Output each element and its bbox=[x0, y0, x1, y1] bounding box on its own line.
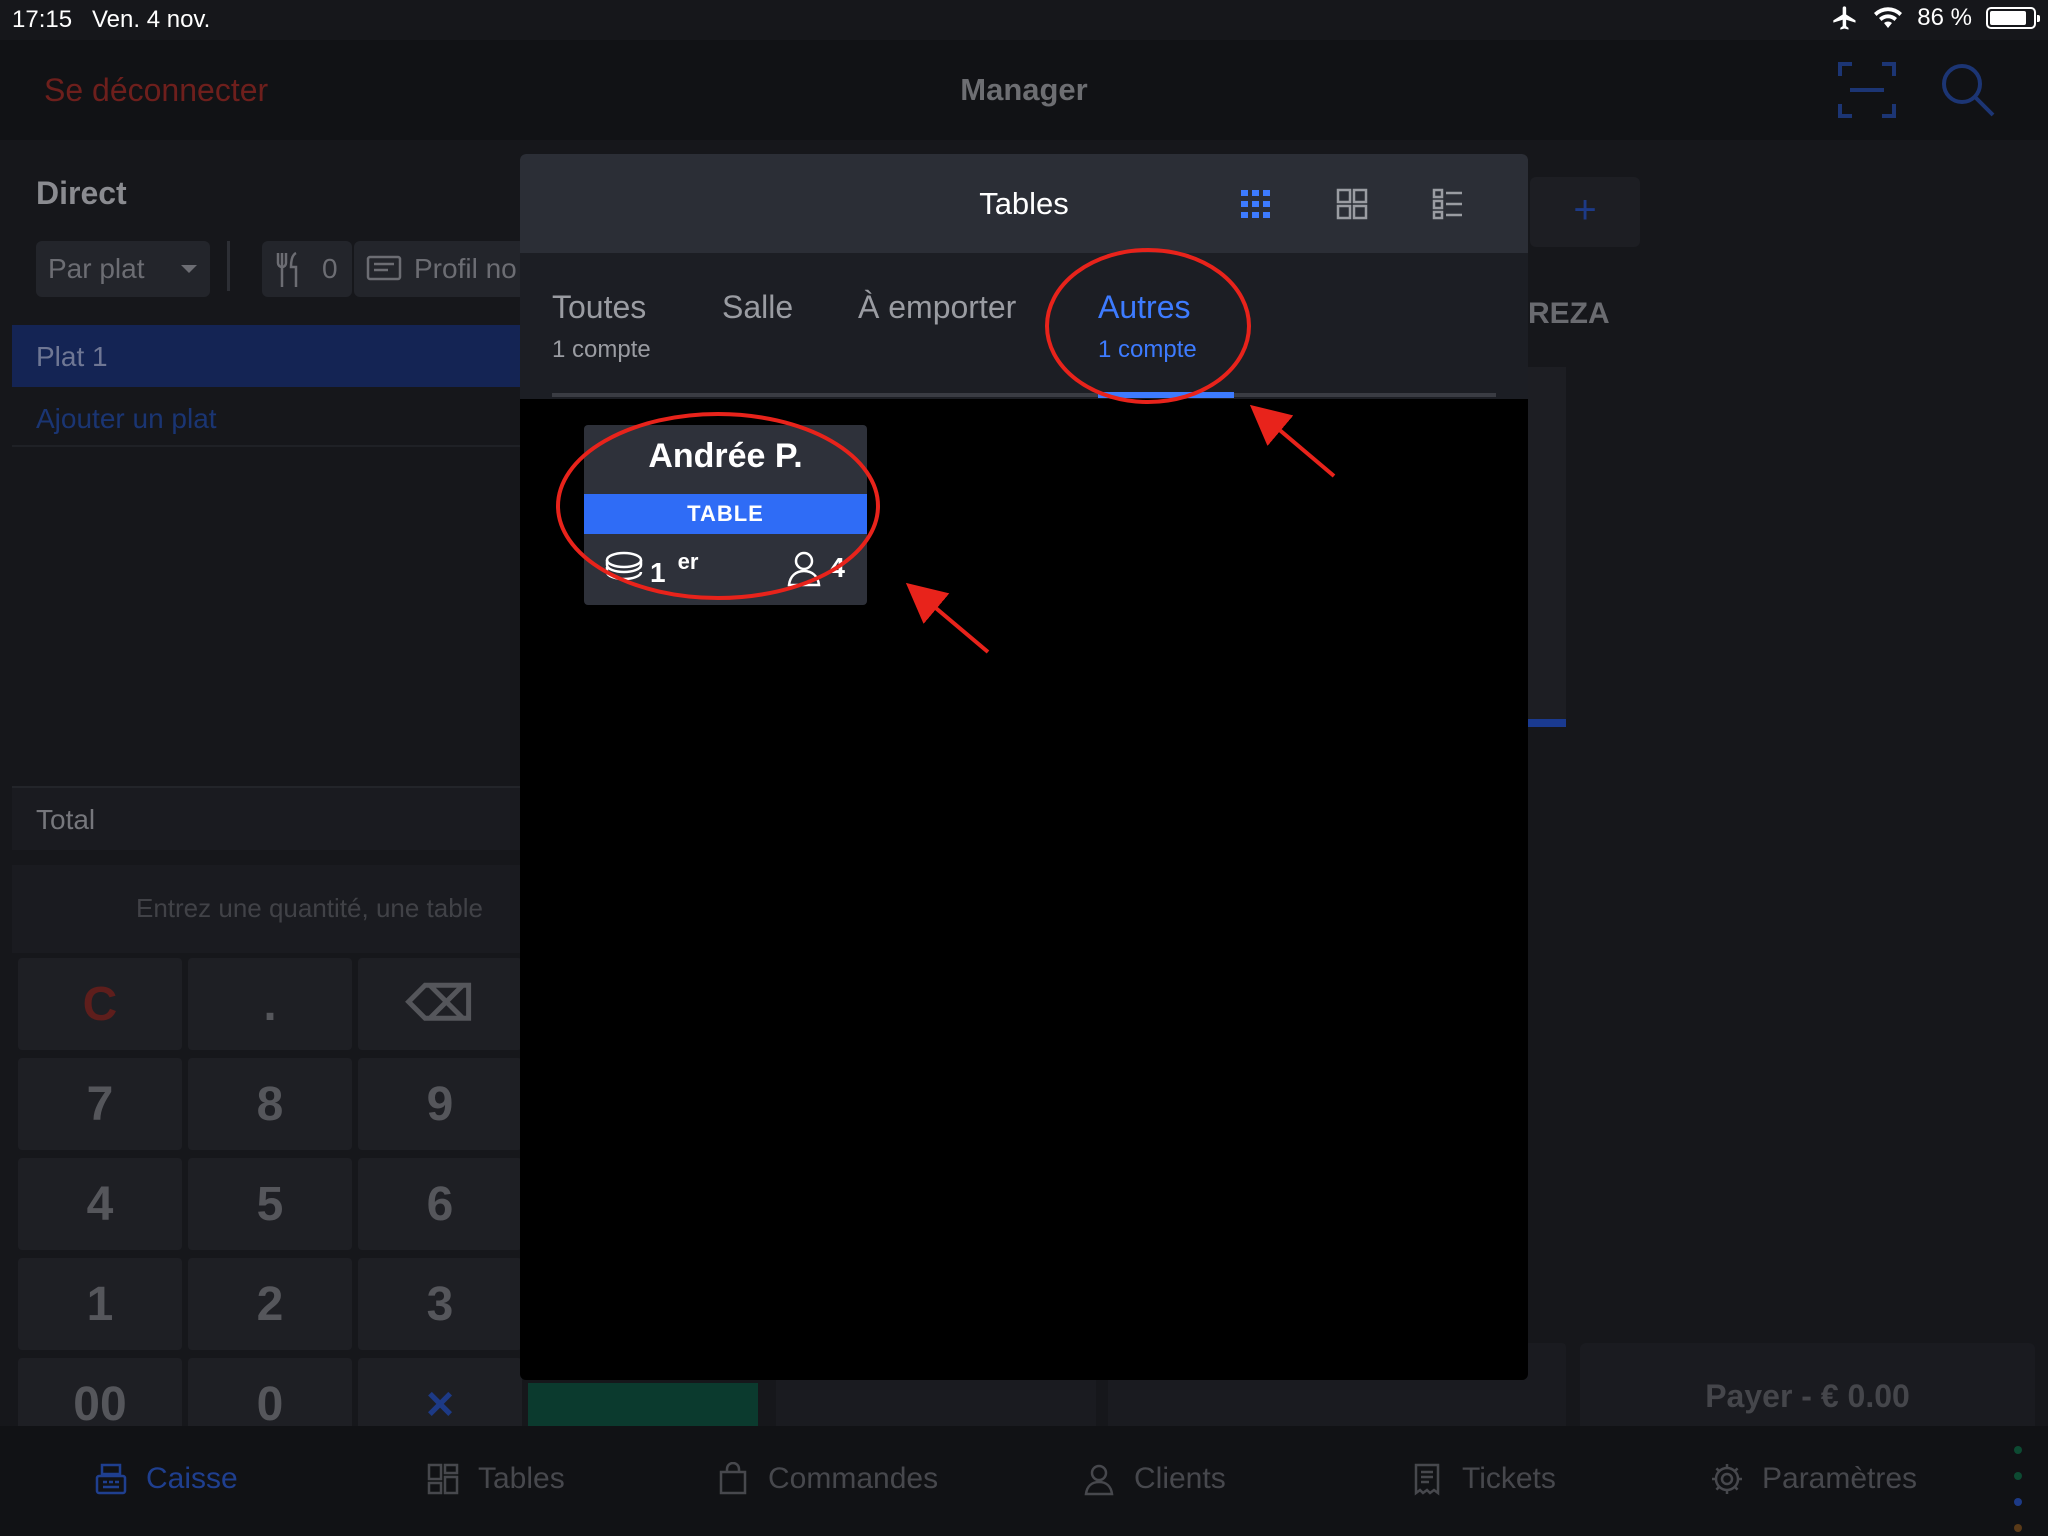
key-7[interactable]: 7 bbox=[18, 1058, 182, 1150]
profile-card-icon bbox=[366, 255, 402, 281]
quantity-input[interactable]: Entrez une quantité, une table bbox=[12, 865, 532, 953]
scan-icon[interactable] bbox=[1838, 62, 1896, 118]
person-icon bbox=[1084, 1464, 1114, 1496]
tab-label: Salle bbox=[722, 289, 794, 325]
key-1[interactable]: 1 bbox=[18, 1258, 182, 1350]
wifi-icon bbox=[1874, 7, 1903, 28]
gear-icon bbox=[1712, 1464, 1742, 1494]
covers-count: 0 bbox=[322, 253, 338, 284]
tab-tickets[interactable]: Tickets bbox=[1410, 1462, 1556, 1496]
modal-tabs: Toutes 1 compte Salle À emporter Autres … bbox=[520, 253, 1528, 399]
tab-commandes[interactable]: Commandes bbox=[716, 1462, 938, 1496]
tab-a-emporter[interactable]: À emporter bbox=[858, 289, 1016, 336]
card-course-suffix: er bbox=[677, 549, 699, 574]
fork-knife-icon bbox=[276, 251, 298, 287]
card-type-badge: TABLE bbox=[584, 494, 867, 534]
key-9[interactable]: 9 bbox=[358, 1058, 522, 1150]
grid-large-icon[interactable] bbox=[1336, 188, 1368, 220]
tab-autres[interactable]: Autres 1 compte bbox=[1098, 289, 1197, 364]
person-icon bbox=[788, 551, 821, 587]
list-icon[interactable] bbox=[1432, 188, 1464, 220]
customer-card bbox=[1528, 367, 1566, 727]
search-icon[interactable] bbox=[1940, 62, 1996, 118]
status-date: Ven. 4 nov. bbox=[92, 6, 211, 33]
receipt-icon bbox=[1414, 1463, 1440, 1496]
battery-percent: 86 % bbox=[1917, 4, 1972, 31]
register-icon bbox=[95, 1463, 127, 1495]
divider bbox=[227, 241, 230, 291]
plates-stack-icon bbox=[605, 551, 643, 581]
page-title: Manager bbox=[960, 72, 1088, 107]
modal-header: Tables bbox=[520, 154, 1528, 253]
dish-row[interactable]: Plat 1 bbox=[12, 325, 532, 387]
card-guest-count: 4 bbox=[829, 552, 845, 583]
key-decimal[interactable]: . bbox=[188, 958, 352, 1050]
grid-small-icon[interactable] bbox=[1240, 188, 1272, 220]
tab-label: Autres bbox=[1098, 289, 1191, 325]
bag-icon bbox=[719, 1462, 747, 1495]
key-2[interactable]: 2 bbox=[188, 1258, 352, 1350]
battery-icon bbox=[1986, 7, 2040, 29]
tab-tables[interactable]: Tables bbox=[426, 1462, 565, 1496]
key-5[interactable]: 5 bbox=[188, 1158, 352, 1250]
tab-label: Commandes bbox=[768, 1462, 939, 1495]
tab-count: 1 compte bbox=[1098, 336, 1197, 363]
profile-label: Profil no bbox=[414, 253, 517, 284]
tab-count: 1 compte bbox=[552, 336, 651, 363]
tab-label: À emporter bbox=[858, 289, 1017, 325]
battery-fill bbox=[1990, 11, 2027, 25]
chevron-down-icon bbox=[181, 265, 197, 273]
status-time: 17:15 bbox=[12, 6, 73, 33]
tab-track bbox=[552, 393, 1496, 397]
tab-label: Caisse bbox=[146, 1462, 238, 1495]
active-tab-indicator bbox=[1098, 392, 1234, 398]
card-course: 1 er bbox=[604, 549, 698, 589]
key-3[interactable]: 3 bbox=[358, 1258, 522, 1350]
airplane-icon bbox=[1833, 6, 1856, 30]
tab-clients[interactable]: Clients bbox=[1082, 1462, 1226, 1496]
mode-select[interactable]: Par plat bbox=[36, 241, 210, 297]
add-customer-button[interactable]: + bbox=[1530, 177, 1640, 247]
tab-label: Toutes bbox=[552, 289, 647, 325]
card-guests: 4 bbox=[785, 549, 845, 587]
tab-bar: Caisse Tables Commandes Clients Tickets … bbox=[0, 1426, 2048, 1536]
tab-label: Paramètres bbox=[1762, 1462, 1918, 1495]
tab-label: Tickets bbox=[1462, 1462, 1556, 1495]
card-customer-name: Andrée P. bbox=[648, 437, 803, 475]
total-label: Total bbox=[12, 786, 532, 850]
add-dish-button[interactable]: Ajouter un plat bbox=[12, 389, 532, 447]
mode-select-value: Par plat bbox=[48, 253, 145, 284]
table-card[interactable]: Andrée P. TABLE 1 er 4 bbox=[584, 425, 867, 605]
tab-label: Tables bbox=[478, 1462, 565, 1495]
status-bar: 17:15 Ven. 4 nov. 86 % bbox=[0, 0, 2048, 40]
key-6[interactable]: 6 bbox=[358, 1158, 522, 1250]
key-8[interactable]: 8 bbox=[188, 1058, 352, 1150]
order-title: Direct bbox=[36, 175, 127, 211]
order-panel: Direct Par plat 0 Profil no Plat 1 Ajout… bbox=[12, 153, 534, 1453]
tab-parametres[interactable]: Paramètres bbox=[1710, 1462, 1917, 1496]
covers-button[interactable]: 0 bbox=[262, 241, 352, 297]
tab-caisse[interactable]: Caisse bbox=[94, 1462, 238, 1496]
tab-salle[interactable]: Salle bbox=[722, 289, 793, 336]
key-backspace[interactable]: ⌫ bbox=[358, 958, 522, 1050]
navbar: Se déconnecter Manager bbox=[0, 40, 2048, 140]
status-right: 86 % bbox=[1831, 4, 2040, 32]
profile-button[interactable]: Profil no bbox=[354, 241, 534, 297]
more-dots-icon[interactable] bbox=[2014, 1446, 2024, 1536]
card-course-number: 1 bbox=[650, 557, 666, 588]
key-clear[interactable]: C bbox=[18, 958, 182, 1050]
tab-toutes[interactable]: Toutes 1 compte bbox=[552, 289, 651, 364]
tables-modal: Tables Toutes 1 compte Salle À emporter … bbox=[520, 154, 1528, 1380]
tables-icon bbox=[427, 1463, 459, 1495]
tab-label: Clients bbox=[1134, 1462, 1226, 1495]
customer-label: REZA bbox=[1528, 297, 1610, 330]
key-4[interactable]: 4 bbox=[18, 1158, 182, 1250]
modal-title: Tables bbox=[979, 186, 1069, 221]
